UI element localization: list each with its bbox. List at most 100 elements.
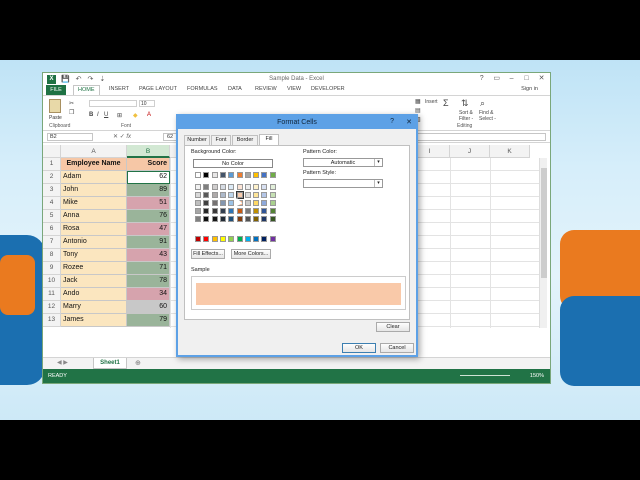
standard-color-swatch[interactable] [269,236,276,242]
clear-button[interactable]: Clear [376,322,410,332]
color-swatch[interactable] [236,216,243,222]
close-button[interactable]: ✕ [535,74,548,82]
row-header[interactable]: 3 [43,184,61,197]
standard-color-swatch[interactable] [228,236,235,242]
color-swatch[interactable] [228,200,235,206]
standard-color-swatch[interactable] [244,236,251,242]
color-swatch[interactable] [244,216,251,222]
more-colors-button[interactable]: More Colors... [231,249,271,259]
color-swatch[interactable] [244,184,251,190]
color-swatch[interactable] [269,208,276,214]
tab-data[interactable]: DATA [228,86,242,92]
color-swatch[interactable] [219,192,226,198]
tab-home[interactable]: HOME [73,85,100,95]
insert-function-icon[interactable]: fx [126,134,131,140]
color-swatch[interactable] [269,216,276,222]
standard-color-swatch[interactable] [195,236,201,242]
select-label[interactable]: Select - [479,116,496,122]
color-swatch[interactable] [203,208,210,214]
color-swatch[interactable] [269,200,276,206]
color-swatch[interactable] [211,208,218,214]
color-swatch[interactable] [203,172,210,178]
cell-score[interactable]: 47 [127,223,170,236]
help-icon[interactable]: ? [475,75,488,82]
header-cell-employee-name[interactable]: Employee Name [61,158,127,171]
color-swatch[interactable] [261,208,268,214]
name-box[interactable]: B2 [47,133,93,141]
color-swatch[interactable] [228,192,235,198]
sheet-tab-sheet1[interactable]: Sheet1 [93,358,127,369]
insert-cells-icon[interactable]: ▦ [415,98,421,105]
standard-color-swatch[interactable] [203,236,210,242]
color-swatch[interactable] [195,172,201,178]
row-header[interactable]: 9 [43,262,61,275]
tab-insert[interactable]: INSERT [109,86,129,92]
fill-effects-button[interactable]: Fill Effects... [191,249,225,259]
minimize-button[interactable]: – [505,75,518,82]
header-cell-score[interactable]: Score [127,158,170,171]
color-swatch[interactable] [219,200,226,206]
paste-icon[interactable] [49,99,61,113]
tab-formulas[interactable]: FORMULAS [187,86,218,92]
color-swatch[interactable] [253,200,260,206]
dialog-tab-font[interactable]: Font [211,135,231,145]
scrollbar-thumb[interactable] [541,168,547,278]
cell-score[interactable]: 76 [127,210,170,223]
cell-score[interactable]: 60 [127,301,170,314]
row-header[interactable]: 6 [43,223,61,236]
cell-employee-name[interactable]: John [61,184,127,197]
color-swatch[interactable] [269,172,276,178]
row-header[interactable]: 10 [43,275,61,288]
cell-employee-name[interactable]: Rozee [61,262,127,275]
standard-color-swatch[interactable] [236,236,243,242]
color-swatch[interactable] [219,172,226,178]
italic-icon[interactable]: I [97,112,99,118]
cell-score[interactable]: 79 [127,314,170,327]
dialog-help-icon[interactable]: ? [390,118,394,125]
color-swatch[interactable] [228,172,235,178]
column-header-b[interactable]: B [127,145,170,158]
cell-score[interactable]: 71 [127,262,170,275]
standard-color-swatch[interactable] [253,236,260,242]
maximize-button[interactable]: □ [520,75,533,82]
row-header[interactable]: 13 [43,314,61,327]
color-swatch[interactable] [211,192,218,198]
cell-employee-name[interactable]: Mike [61,197,127,210]
no-color-button[interactable]: No Color [193,159,273,168]
color-swatch[interactable] [203,200,210,206]
color-swatch[interactable] [253,172,260,178]
cell-employee-name[interactable]: Ando [61,288,127,301]
color-swatch[interactable] [211,172,218,178]
sort-filter-icon[interactable]: ⇅ [461,98,469,109]
row-header[interactable]: 7 [43,236,61,249]
dialog-tab-fill[interactable]: Fill [259,134,279,145]
color-swatch[interactable] [195,216,201,222]
color-swatch[interactable] [228,208,235,214]
tab-review[interactable]: REVIEW [255,86,277,92]
color-swatch[interactable] [203,192,210,198]
row-header[interactable]: 2 [43,171,61,184]
color-swatch[interactable] [261,184,268,190]
color-swatch[interactable] [228,184,235,190]
pattern-style-dropdown[interactable]: ▾ [303,179,383,188]
color-swatch[interactable] [253,192,260,198]
pattern-color-dropdown[interactable]: Automatic ▾ [303,158,383,167]
color-swatch[interactable] [269,184,276,190]
cell-score[interactable]: 51 [127,197,170,210]
insert-label[interactable]: Insert [425,99,438,105]
zoom-level[interactable]: 150% [530,373,544,379]
row-header[interactable]: 11 [43,288,61,301]
color-swatch[interactable] [195,200,201,206]
zoom-slider[interactable] [460,375,510,376]
bold-icon[interactable]: B [89,112,93,118]
borders-icon[interactable]: ⊞ [117,112,122,119]
color-swatch[interactable] [261,192,268,198]
color-swatch[interactable] [261,172,268,178]
color-swatch[interactable] [219,208,226,214]
font-name-box[interactable] [89,100,137,107]
tab-page-layout[interactable]: PAGE LAYOUT [139,86,177,92]
tab-developer[interactable]: DEVELOPER [311,86,345,92]
color-swatch[interactable] [244,172,251,178]
underline-icon[interactable]: U [104,112,108,118]
color-swatch[interactable] [211,184,218,190]
